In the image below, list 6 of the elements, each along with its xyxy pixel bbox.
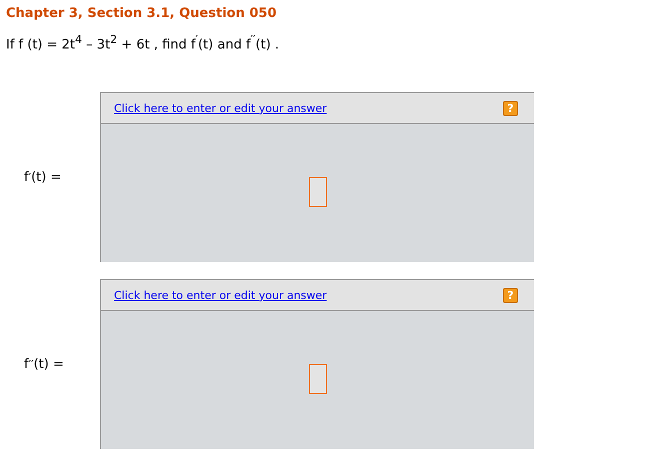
answer-input[interactable] <box>308 364 326 394</box>
question-text: If f (t) = 2t$^{4}$ – 3t$^{2}$ + 6t , find f$^{′}$(t) and f$^{′′}$(t) . <box>6 33 280 52</box>
edit-answer-link[interactable]: Click here to enter or edit your answer <box>114 288 327 302</box>
answer-input[interactable] <box>308 177 326 208</box>
edit-answer-link[interactable]: Click here to enter or edit your answer <box>114 102 327 115</box>
question-title: Chapter 3, Section 3.1, Question 050 <box>6 6 278 21</box>
